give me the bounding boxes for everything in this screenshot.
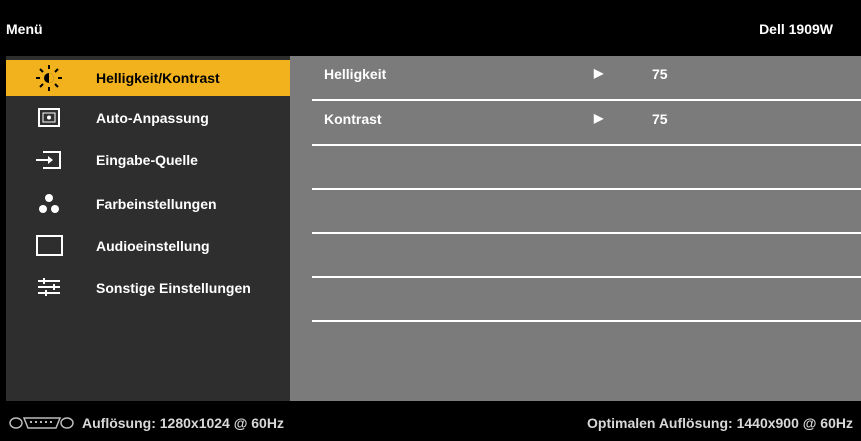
sidebar-item-label: Audioeinstellung — [96, 238, 210, 254]
audio-settings-icon — [30, 232, 68, 260]
other-settings-icon — [30, 274, 68, 302]
auto-adjust-icon — [30, 104, 68, 132]
menu-title: Menü — [6, 21, 43, 37]
sidebar: Helligkeit/Kontrast Auto-Anpassung Einga… — [6, 56, 290, 401]
setting-row-empty — [312, 277, 861, 322]
sidebar-item-label: Farbeinstellungen — [96, 196, 217, 212]
setting-value: 75 — [652, 66, 668, 82]
setting-row-empty — [312, 189, 861, 234]
sidebar-item-label: Sonstige Einstellungen — [96, 280, 251, 296]
sidebar-item-input-source[interactable]: Eingabe-Quelle — [6, 142, 290, 178]
setting-label: Helligkeit — [324, 66, 387, 82]
input-source-icon — [30, 146, 68, 174]
osd-header: Menü Dell 1909W — [0, 0, 861, 56]
optimal-resolution: Optimalen Auflösung: 1440x900 @ 60Hz — [587, 415, 853, 431]
setting-value: 75 — [652, 111, 668, 127]
status-bar: Auflösung: 1280x1024 @ 60Hz Optimalen Au… — [0, 401, 861, 441]
sidebar-item-label: Auto-Anpassung — [96, 110, 209, 126]
setting-row-contrast[interactable]: Kontrast ▶ 75 — [312, 101, 861, 146]
setting-row-empty — [312, 233, 861, 278]
sidebar-item-other-settings[interactable]: Sonstige Einstellungen — [6, 270, 290, 306]
sidebar-item-label: Helligkeit/Kontrast — [96, 70, 220, 86]
current-resolution: Auflösung: 1280x1024 @ 60Hz — [82, 415, 284, 431]
submenu-arrow-icon: ▶ — [594, 66, 604, 80]
row-divider — [312, 320, 861, 322]
setting-label: Kontrast — [324, 111, 382, 127]
brightness-icon — [30, 64, 68, 92]
sidebar-item-auto-adjust[interactable]: Auto-Anpassung — [6, 100, 290, 136]
monitor-model: Dell 1909W — [759, 21, 833, 37]
sidebar-item-label: Eingabe-Quelle — [96, 152, 198, 168]
sidebar-item-brightness-contrast[interactable]: Helligkeit/Kontrast — [6, 60, 290, 96]
submenu-arrow-icon: ▶ — [594, 111, 604, 125]
settings-panel: Helligkeit ▶ 75 Kontrast ▶ 75 — [290, 56, 861, 401]
color-settings-icon — [30, 190, 68, 218]
setting-row-brightness[interactable]: Helligkeit ▶ 75 — [312, 56, 861, 101]
sidebar-item-audio-settings[interactable]: Audioeinstellung — [6, 228, 290, 264]
sidebar-item-color-settings[interactable]: Farbeinstellungen — [6, 186, 290, 222]
setting-row-empty — [312, 145, 861, 190]
vga-connector-icon — [8, 416, 74, 430]
